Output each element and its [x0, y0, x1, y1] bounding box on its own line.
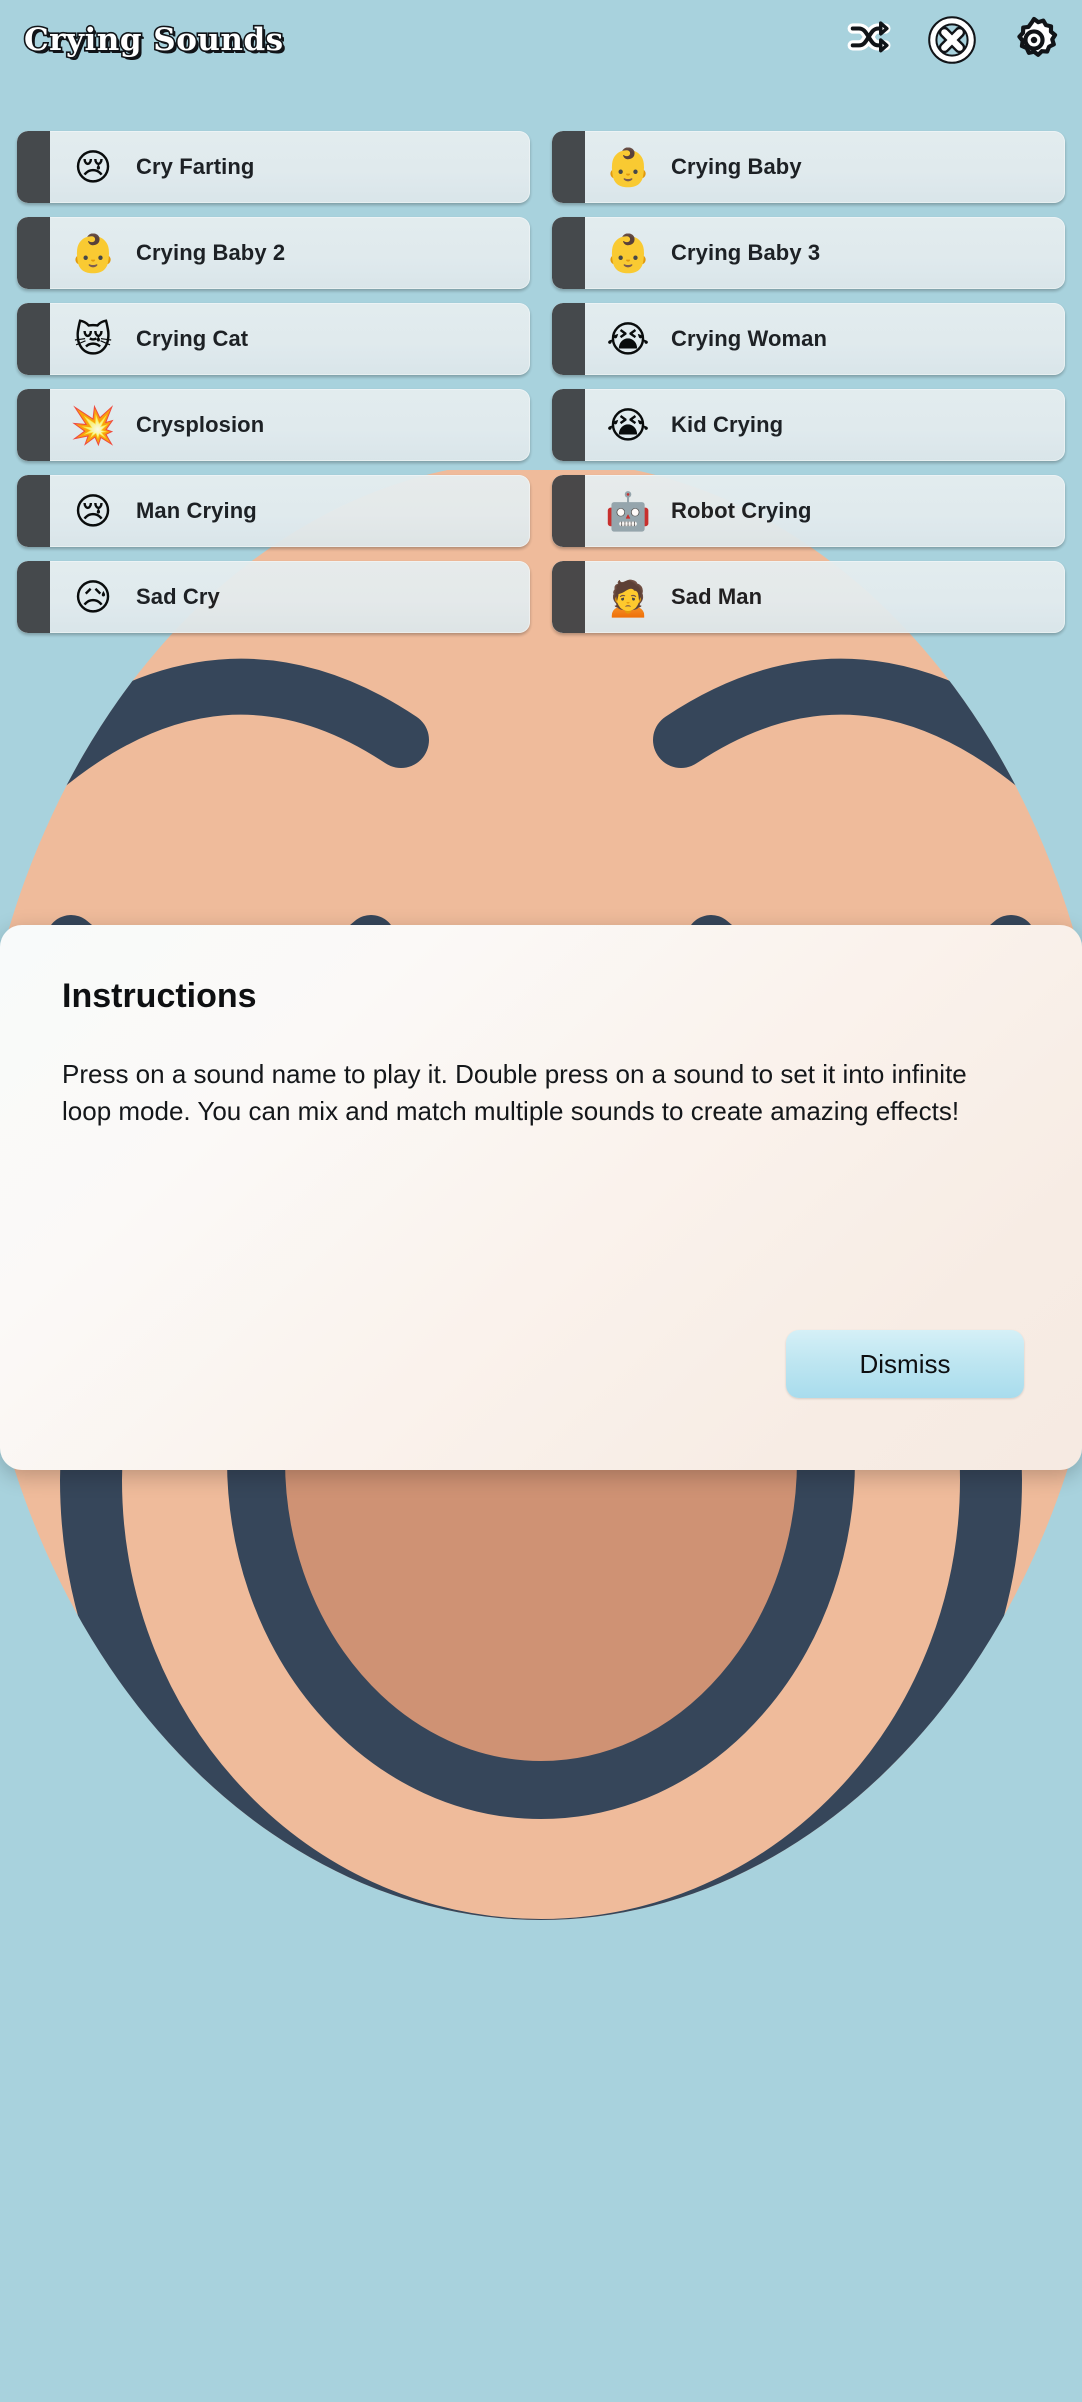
sound-label: Crying Baby — [671, 154, 802, 179]
sound-label: Crying Baby 3 — [671, 240, 821, 265]
sound-emoji: 👶 — [69, 231, 117, 275]
dialog-body-text: Press on a sound name to play it. Double… — [62, 1059, 967, 1126]
sound-button-accent-bar — [17, 475, 50, 547]
sound-button-accent-bar — [17, 131, 50, 203]
app-root: Crying Sounds 😢 Cry Farting 👶 Crying Bab… — [0, 0, 1082, 2402]
sound-button-accent-bar — [17, 217, 50, 289]
sound-button-accent-bar — [552, 561, 585, 633]
sound-button-accent-bar — [552, 303, 585, 375]
sound-button-kid-crying[interactable]: 😭 Kid Crying — [552, 389, 1065, 461]
sound-label: Sad Cry — [136, 584, 220, 609]
sound-grid: 😢 Cry Farting 👶 Crying Baby 👶 Crying Bab… — [0, 131, 1082, 633]
shuffle-icon[interactable] — [844, 14, 896, 66]
page-title: Crying Sounds — [22, 20, 284, 59]
sound-label: Man Crying — [136, 498, 257, 523]
app-header: Crying Sounds — [0, 0, 1082, 86]
sound-label: Crysplosion — [136, 412, 265, 437]
sound-emoji: 😭 — [606, 403, 650, 447]
sound-button-crying-woman[interactable]: 😭 Crying Woman — [552, 303, 1065, 375]
sound-button-crying-cat[interactable]: 😿 Crying Cat — [17, 303, 530, 375]
sound-button-crying-baby[interactable]: 👶 Crying Baby — [552, 131, 1065, 203]
header-actions — [844, 14, 1060, 66]
sound-emoji: 😿 — [73, 317, 113, 361]
sound-button-accent-bar — [17, 389, 50, 461]
stop-all-icon[interactable] — [926, 14, 978, 66]
dialog-actions: Dismiss — [786, 1330, 1024, 1398]
sound-label: Crying Baby 2 — [136, 240, 286, 265]
sound-button-accent-bar — [17, 561, 50, 633]
sound-emoji: 💥 — [69, 403, 117, 447]
sound-button-accent-bar — [552, 217, 585, 289]
sound-button-accent-bar — [17, 303, 50, 375]
instructions-dialog: Instructions Press on a sound name to pl… — [0, 925, 1082, 1470]
sound-label: Crying Cat — [136, 326, 249, 351]
sound-label: Sad Man — [671, 584, 763, 609]
sound-emoji: 😢 — [73, 145, 113, 189]
sound-label: Robot Crying — [671, 498, 812, 523]
sound-button-accent-bar — [552, 475, 585, 547]
dialog-title: Instructions — [62, 977, 257, 1015]
sound-button-crysplosion[interactable]: 💥 Crysplosion — [17, 389, 530, 461]
sound-emoji: 😥 — [73, 575, 113, 619]
sound-emoji: 😢 — [73, 489, 113, 533]
sound-button-accent-bar — [552, 131, 585, 203]
sound-button-man-crying[interactable]: 😢 Man Crying — [17, 475, 530, 547]
sound-button-sad-man[interactable]: 🙍 Sad Man — [552, 561, 1065, 633]
sound-emoji: 👶 — [604, 145, 652, 189]
gear-icon[interactable] — [1008, 14, 1060, 66]
sound-button-crying-baby-3[interactable]: 👶 Crying Baby 3 — [552, 217, 1065, 289]
sound-emoji: 😭 — [606, 317, 650, 361]
sound-button-sad-cry[interactable]: 😥 Sad Cry — [17, 561, 530, 633]
sound-label: Crying Woman — [671, 326, 828, 351]
sound-button-robot-crying[interactable]: 🤖 Robot Crying — [552, 475, 1065, 547]
sound-emoji: 👶 — [604, 231, 652, 275]
sound-emoji: 🤖 — [604, 489, 652, 533]
dismiss-button[interactable]: Dismiss — [786, 1330, 1024, 1398]
sound-label: Kid Crying — [671, 412, 784, 437]
sound-label: Cry Farting — [136, 154, 255, 179]
sound-button-cry-farting[interactable]: 😢 Cry Farting — [17, 131, 530, 203]
sound-emoji: 🙍 — [604, 575, 652, 619]
sound-button-accent-bar — [552, 389, 585, 461]
sound-button-crying-baby-2[interactable]: 👶 Crying Baby 2 — [17, 217, 530, 289]
